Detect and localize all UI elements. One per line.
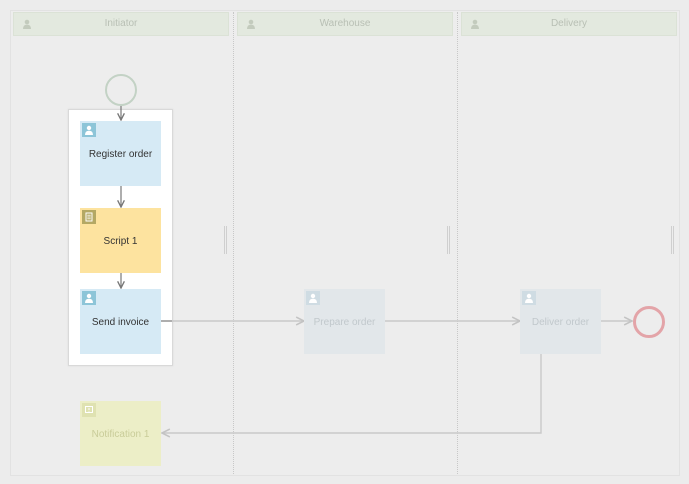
task-label: Send invoice bbox=[91, 317, 150, 328]
task-label: Prepare order bbox=[313, 317, 376, 328]
user-task-icon bbox=[82, 291, 96, 305]
task-label: Deliver order bbox=[531, 317, 590, 328]
person-icon bbox=[23, 19, 31, 29]
task-notification-1[interactable]: Notification 1 bbox=[80, 401, 161, 466]
user-task-icon bbox=[82, 123, 96, 137]
task-prepare-order[interactable]: Prepare order bbox=[304, 289, 385, 354]
notification-task-icon bbox=[82, 403, 96, 417]
lane-header-warehouse[interactable]: Warehouse bbox=[237, 12, 453, 36]
task-register-order[interactable]: Register order bbox=[80, 121, 161, 186]
process-canvas[interactable]: Initiator Warehouse Delivery Register or… bbox=[0, 0, 689, 484]
lane-label-initiator: Initiator bbox=[104, 18, 138, 29]
task-script-1[interactable]: Script 1 bbox=[80, 208, 161, 273]
user-task-icon bbox=[522, 291, 536, 305]
lane-divider bbox=[457, 12, 458, 474]
task-deliver-order[interactable]: Deliver order bbox=[520, 289, 601, 354]
lane-header-delivery[interactable]: Delivery bbox=[461, 12, 677, 36]
lane-label-warehouse: Warehouse bbox=[319, 18, 371, 29]
lane-resize-handle[interactable] bbox=[224, 226, 227, 254]
person-icon bbox=[471, 19, 479, 29]
task-send-invoice[interactable]: Send invoice bbox=[80, 289, 161, 354]
lane-header-initiator[interactable]: Initiator bbox=[13, 12, 229, 36]
task-label: Register order bbox=[88, 149, 153, 160]
task-label: Script 1 bbox=[103, 236, 138, 247]
user-task-icon bbox=[306, 291, 320, 305]
script-task-icon bbox=[82, 210, 96, 224]
person-icon bbox=[247, 19, 255, 29]
lane-divider bbox=[233, 12, 234, 474]
lane-resize-handle[interactable] bbox=[447, 226, 450, 254]
lane-resize-handle[interactable] bbox=[671, 226, 674, 254]
end-event[interactable] bbox=[633, 306, 665, 338]
task-label: Notification 1 bbox=[91, 429, 150, 440]
lane-label-delivery: Delivery bbox=[550, 18, 588, 29]
start-event[interactable] bbox=[105, 74, 137, 106]
